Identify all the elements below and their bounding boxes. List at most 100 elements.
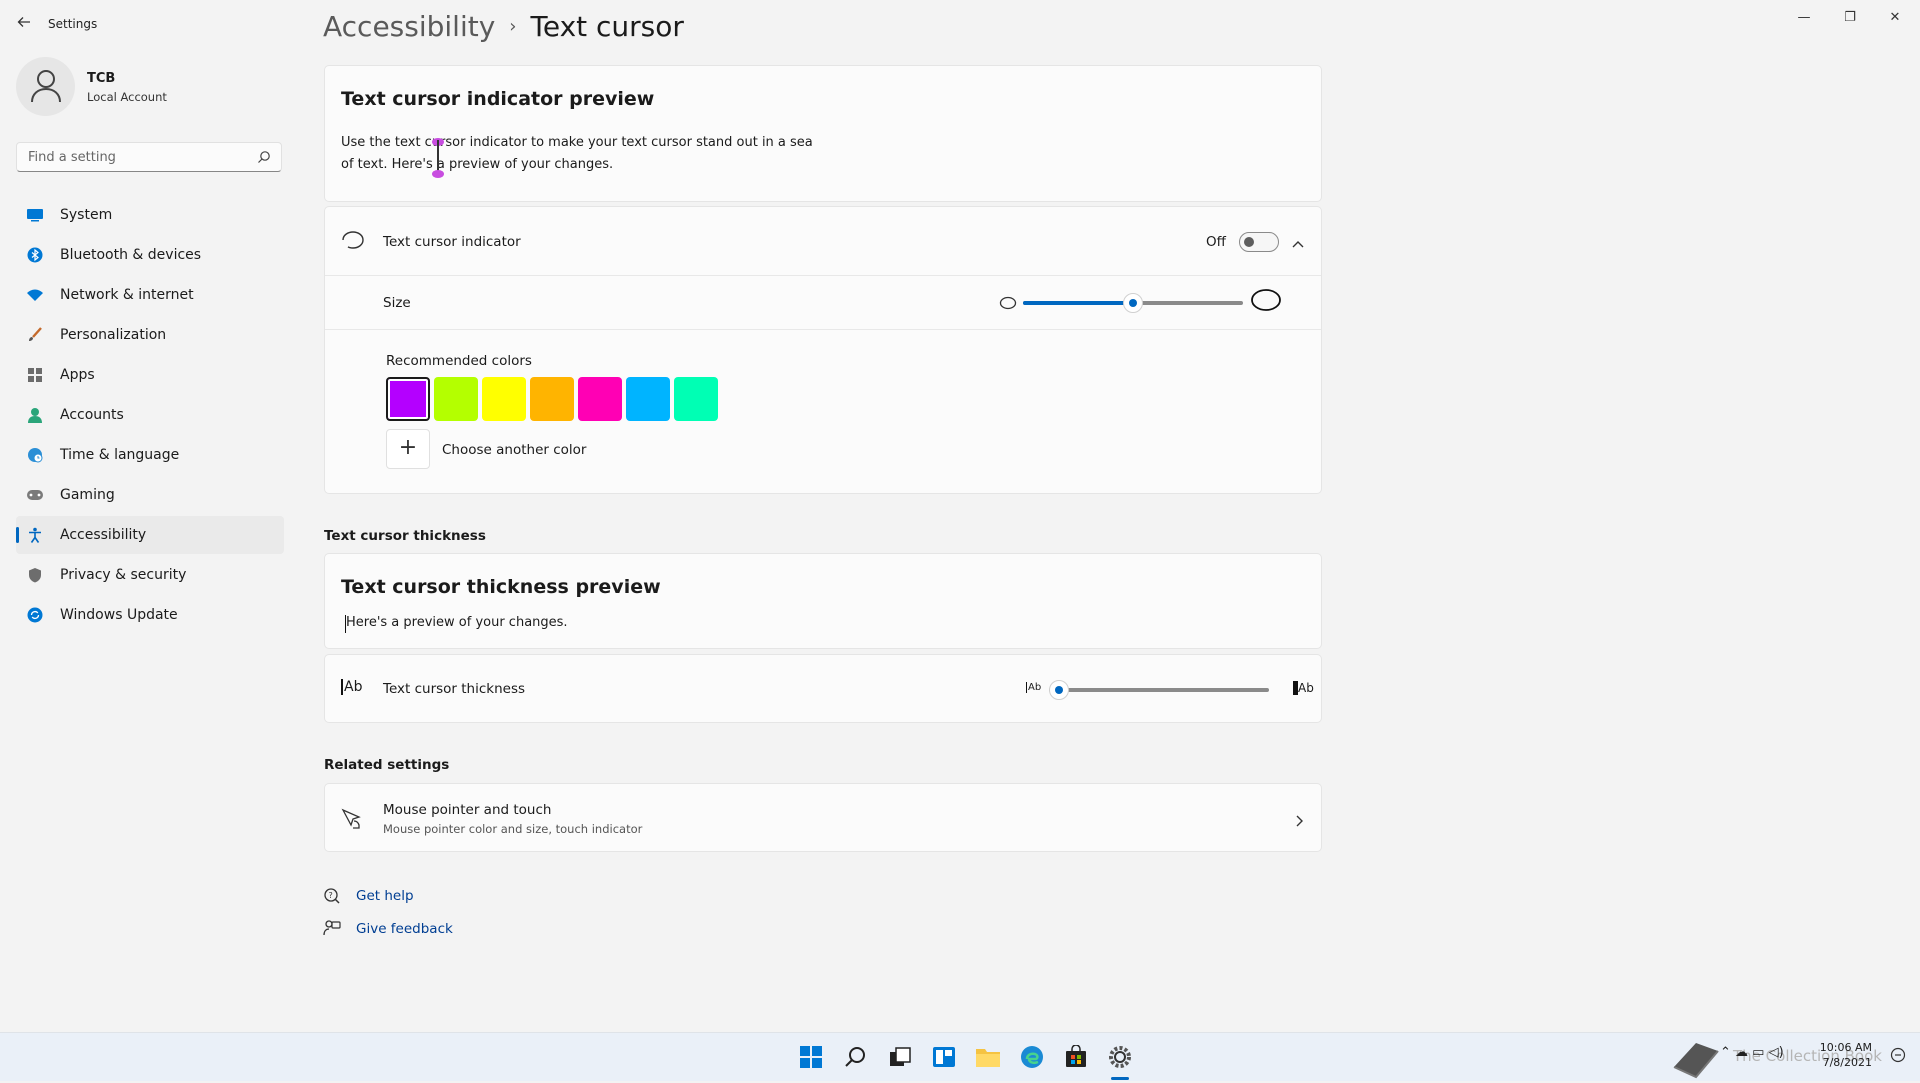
- apps-icon: [26, 366, 44, 384]
- search-icon[interactable]: [257, 149, 271, 168]
- thickness-preview-card: Text cursor thickness preview Here's a p…: [324, 553, 1322, 649]
- thickness-slider-thumb[interactable]: [1049, 680, 1069, 700]
- color-swatch-lime[interactable]: [434, 377, 478, 421]
- color-swatch-purple[interactable]: [386, 377, 430, 421]
- monitor-icon: [26, 206, 44, 224]
- search-box[interactable]: [16, 142, 282, 172]
- sidebar-item-time-language[interactable]: Time & language: [16, 436, 284, 474]
- search-icon[interactable]: [842, 1043, 870, 1071]
- sidebar-item-gaming[interactable]: Gaming: [16, 476, 284, 514]
- tray-icons[interactable]: ⌃ ☁ ▭ ◁): [1720, 1045, 1784, 1060]
- store-icon[interactable]: [1062, 1043, 1090, 1071]
- page-title: Text cursor: [530, 10, 684, 43]
- sidebar-item-label: Accessibility: [60, 527, 147, 543]
- mouse-pointer-subtitle: Mouse pointer color and size, touch indi…: [383, 822, 643, 836]
- size-large-icon: [1250, 287, 1282, 317]
- back-arrow-icon[interactable]: [14, 14, 34, 34]
- sidebar-item-system[interactable]: System: [16, 196, 284, 234]
- thickness-thin-icon-text: Ab: [1026, 682, 1042, 693]
- thickness-section-heading: Text cursor thickness: [324, 528, 486, 544]
- globe-clock-icon: [26, 446, 44, 464]
- clock-date[interactable]: 7/8/2021: [1800, 1056, 1872, 1069]
- sidebar-item-network[interactable]: Network & internet: [16, 276, 284, 314]
- settings-icon[interactable]: [1106, 1043, 1134, 1071]
- choose-another-color-button[interactable]: +: [386, 429, 430, 469]
- task-view-icon[interactable]: [886, 1043, 914, 1071]
- help-icon: ?: [323, 887, 341, 909]
- thickness-icon: Ab: [341, 679, 363, 695]
- recommended-colors-label: Recommended colors: [386, 353, 532, 369]
- choose-another-color-label[interactable]: Choose another color: [442, 442, 586, 458]
- feedback-icon: [323, 919, 341, 941]
- shield-icon: [26, 566, 44, 584]
- thickness-thick-icon-text: Ab: [1293, 681, 1314, 695]
- sidebar-item-windows-update[interactable]: Windows Update: [16, 596, 284, 634]
- indicator-preview-card: Text cursor indicator preview Use the te…: [324, 65, 1322, 202]
- text-cursor-indicator-label: Text cursor indicator: [383, 234, 521, 250]
- person-icon: [31, 70, 61, 103]
- close-button[interactable]: ✕: [1880, 8, 1910, 28]
- color-swatch-blue[interactable]: [626, 377, 670, 421]
- color-swatch-teal[interactable]: [674, 377, 718, 421]
- get-help-link[interactable]: Get help: [356, 888, 414, 904]
- bluetooth-icon: [26, 246, 44, 264]
- thickness-slider-track[interactable]: [1049, 688, 1269, 692]
- update-icon: [26, 606, 44, 624]
- minimize-button[interactable]: —: [1789, 8, 1819, 28]
- thickness-thick-icon: Ab: [1293, 681, 1314, 695]
- sidebar-item-privacy[interactable]: Privacy & security: [16, 556, 284, 594]
- size-small-icon: [999, 295, 1017, 314]
- sidebar-item-personalization[interactable]: Personalization: [16, 316, 284, 354]
- user-name: TCB: [87, 71, 116, 86]
- indicator-preview-line1: Use the text cursor indicator to make yo…: [341, 135, 813, 150]
- thickness-preview-title: Text cursor thickness preview: [341, 576, 661, 598]
- chevron-up-icon[interactable]: [1291, 234, 1305, 253]
- file-explorer-icon[interactable]: [974, 1043, 1002, 1071]
- search-input[interactable]: [26, 149, 250, 166]
- sidebar-item-label: Bluetooth & devices: [60, 247, 202, 263]
- widgets-icon[interactable]: [930, 1043, 958, 1071]
- size-slider-thumb[interactable]: [1123, 293, 1143, 313]
- brush-icon: [26, 326, 44, 344]
- size-label: Size: [383, 295, 411, 311]
- app-title: Settings: [48, 17, 98, 31]
- mouse-pointer-icon: [341, 808, 363, 834]
- accessibility-icon: [26, 526, 44, 544]
- cursor-indicator-icon: [341, 231, 365, 253]
- start-icon[interactable]: [797, 1043, 825, 1071]
- svg-text:?: ?: [329, 891, 333, 900]
- mouse-pointer-touch-link[interactable]: Mouse pointer and touch Mouse pointer co…: [324, 783, 1322, 852]
- person-icon: [26, 406, 44, 424]
- avatar[interactable]: [16, 57, 75, 116]
- color-swatch-yellow[interactable]: [482, 377, 526, 421]
- sidebar-item-apps[interactable]: Apps: [16, 356, 284, 394]
- thickness-thin-icon: Ab: [1026, 682, 1042, 693]
- sidebar-item-label: Privacy & security: [60, 567, 187, 583]
- notification-icon[interactable]: [1890, 1047, 1906, 1067]
- sidebar-item-accounts[interactable]: Accounts: [16, 396, 284, 434]
- text-cursor-indicator-toggle[interactable]: [1239, 232, 1279, 252]
- sidebar-item-bluetooth[interactable]: Bluetooth & devices: [16, 236, 284, 274]
- restore-button[interactable]: ❐: [1835, 8, 1865, 28]
- give-feedback-link[interactable]: Give feedback: [356, 921, 453, 937]
- cursor-indicator-preview-icon: [431, 138, 445, 182]
- size-slider-fill: [1023, 301, 1133, 305]
- related-settings-heading: Related settings: [324, 757, 450, 773]
- sidebar-item-accessibility[interactable]: Accessibility: [16, 516, 284, 554]
- chevron-right-icon: [1295, 812, 1303, 831]
- clock-time[interactable]: 10:06 AM: [1800, 1041, 1872, 1054]
- color-swatch-orange[interactable]: [530, 377, 574, 421]
- taskbar: The Collection Book ⌃ ☁ ▭ ◁) 10:06 AM 7/…: [0, 1032, 1920, 1081]
- sidebar-item-label: Apps: [60, 367, 95, 383]
- sidebar-nav: System Bluetooth & devices Network & int…: [16, 196, 284, 636]
- color-swatch-pink[interactable]: [578, 377, 622, 421]
- breadcrumb-parent[interactable]: Accessibility: [323, 10, 495, 43]
- sidebar-item-label: System: [60, 207, 113, 223]
- thickness-icon-text: Ab: [341, 679, 363, 695]
- divider: [325, 329, 1321, 330]
- indicator-preview-line2: of text. Here's a preview of your change…: [341, 157, 614, 172]
- edge-icon[interactable]: [1018, 1043, 1046, 1071]
- divider: [325, 275, 1321, 276]
- thickness-setting-card: Ab Text cursor thickness Ab Ab: [324, 654, 1322, 723]
- wifi-icon: [26, 286, 44, 304]
